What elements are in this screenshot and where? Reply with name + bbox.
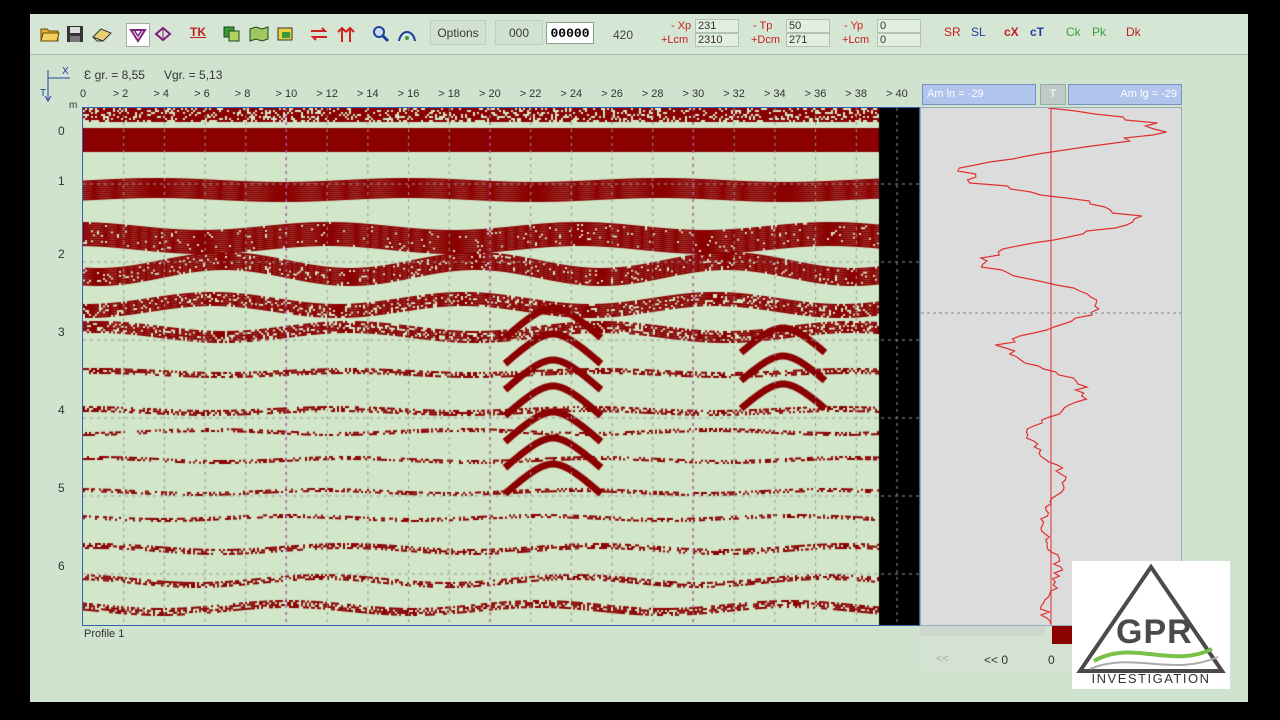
- y-tick-label: 5: [58, 481, 65, 495]
- layers-icon[interactable]: [221, 23, 243, 45]
- field-a-button[interactable]: 000: [495, 20, 543, 45]
- zoom-icon[interactable]: [370, 23, 392, 45]
- filter-diamond-icon[interactable]: [152, 23, 174, 45]
- x-tick-label: > 38: [845, 88, 868, 100]
- map-icon[interactable]: [248, 23, 270, 45]
- radargram-image: [83, 108, 919, 625]
- field-b-input[interactable]: 00000: [546, 22, 594, 44]
- logo-subtitle: INVESTIGATION: [1091, 671, 1211, 686]
- trace-scroll-track[interactable]: [920, 626, 1045, 636]
- open-folder-icon[interactable]: [39, 23, 61, 45]
- x-tick-label: > 6: [194, 88, 210, 100]
- curve-icon[interactable]: [396, 23, 418, 45]
- xp-value: 231: [695, 19, 739, 33]
- lcm-label: +Lcm: [661, 34, 689, 46]
- xp-label: - Xp: [671, 20, 692, 32]
- x-tick-label: > 22: [519, 88, 542, 100]
- y-tick-label: 4: [58, 403, 65, 417]
- trace-panel: [920, 107, 1182, 626]
- mode-ck-button[interactable]: Ck: [1066, 25, 1081, 39]
- nav-value: 0: [1048, 653, 1055, 667]
- mode-dk-button[interactable]: Dk: [1126, 25, 1141, 39]
- y-tick-label: 2: [58, 247, 65, 261]
- lcm2-label: +Lcm: [842, 34, 870, 46]
- trace-slider-thumb[interactable]: [1052, 626, 1072, 644]
- x-tick-label: > 26: [601, 88, 623, 100]
- export-icon[interactable]: [275, 23, 297, 45]
- radargram-canvas[interactable]: [82, 107, 920, 626]
- mode-cx-button[interactable]: cX: [1004, 25, 1019, 39]
- tp-value: 50: [786, 19, 830, 33]
- tp-label: - Tp: [753, 20, 773, 32]
- x-tick-label: > 8: [234, 88, 251, 100]
- save-icon[interactable]: [64, 23, 86, 45]
- x-tick-label: > 16: [397, 88, 420, 100]
- y-tick-label: 1: [58, 174, 65, 188]
- am-lg-field[interactable]: Am lg = -29: [1068, 84, 1182, 105]
- x-tick-label: > 10: [275, 88, 298, 100]
- lcm-value: 2310: [695, 33, 739, 47]
- x-tick-label: > 40: [886, 88, 908, 100]
- axis-x-letter: X: [62, 66, 69, 77]
- trace-waveform: [921, 107, 1181, 625]
- yp-value: 0: [877, 19, 921, 33]
- y-tick-label: 3: [58, 325, 65, 339]
- x-tick-label: 0: [80, 88, 87, 100]
- logo-text: GPR: [1116, 613, 1193, 651]
- x-tick-label: > 4: [153, 88, 169, 100]
- yp-label: - Yp: [844, 20, 864, 32]
- dcm-value: 271: [786, 33, 830, 47]
- x-tick-label: > 32: [723, 88, 745, 100]
- x-tick-label: > 34: [763, 88, 786, 100]
- x-tick-label: > 14: [356, 88, 379, 100]
- options-button[interactable]: Options: [430, 20, 486, 45]
- tk-icon[interactable]: TK: [190, 25, 206, 39]
- filter-v-icon[interactable]: [126, 23, 150, 47]
- unit-m: m: [69, 100, 78, 111]
- mode-sr-button[interactable]: SR: [944, 25, 961, 39]
- profile-label: Profile 1: [84, 628, 125, 640]
- mode-sl-button[interactable]: SL: [971, 25, 986, 39]
- x-tick-label: > 12: [316, 88, 338, 100]
- x-tick-label: > 24: [560, 88, 583, 100]
- y-tick-label: 6: [58, 559, 65, 573]
- x-tick-label: > 20: [479, 88, 501, 100]
- x-tick-label: > 30: [682, 88, 705, 100]
- toolbar: TK Options 000 00000 420 - Xp +Lcm 231 2…: [30, 14, 1248, 55]
- x-tick-label: > 18: [438, 88, 461, 100]
- lcm2-value: 0: [877, 33, 921, 47]
- y-tick-label: 0: [58, 124, 65, 138]
- gpr-investigation-logo: GPR INVESTIGATION: [1072, 561, 1230, 689]
- swap-horizontal-icon[interactable]: [308, 23, 330, 45]
- vgr-readout: Vgr. = 5,13: [164, 68, 223, 82]
- mode-pk-button[interactable]: Pk: [1092, 25, 1106, 39]
- nav-prev-value[interactable]: << 0: [984, 653, 1008, 667]
- erase-icon[interactable]: [91, 23, 113, 45]
- t-button[interactable]: T: [1040, 84, 1066, 105]
- x-tick-label: > 36: [804, 88, 827, 100]
- nav-prev-button[interactable]: <<: [936, 653, 949, 665]
- value-420: 420: [613, 28, 634, 42]
- am-ln-field[interactable]: Am ln = -29: [922, 84, 1036, 105]
- axis-t-letter: T: [40, 88, 47, 99]
- dcm-label: +Dcm: [751, 34, 781, 46]
- trace-polyline: [956, 107, 1167, 625]
- x-tick-label: > 2: [112, 88, 129, 100]
- epsilon-readout: Ɛ gr. = 8,55: [84, 68, 145, 82]
- gpr-application-window: TK Options 000 00000 420 - Xp +Lcm 231 2…: [30, 14, 1248, 702]
- x-tick-label: > 28: [641, 88, 664, 100]
- mode-ct-button[interactable]: cT: [1030, 25, 1044, 39]
- arrows-up-icon[interactable]: [335, 23, 357, 45]
